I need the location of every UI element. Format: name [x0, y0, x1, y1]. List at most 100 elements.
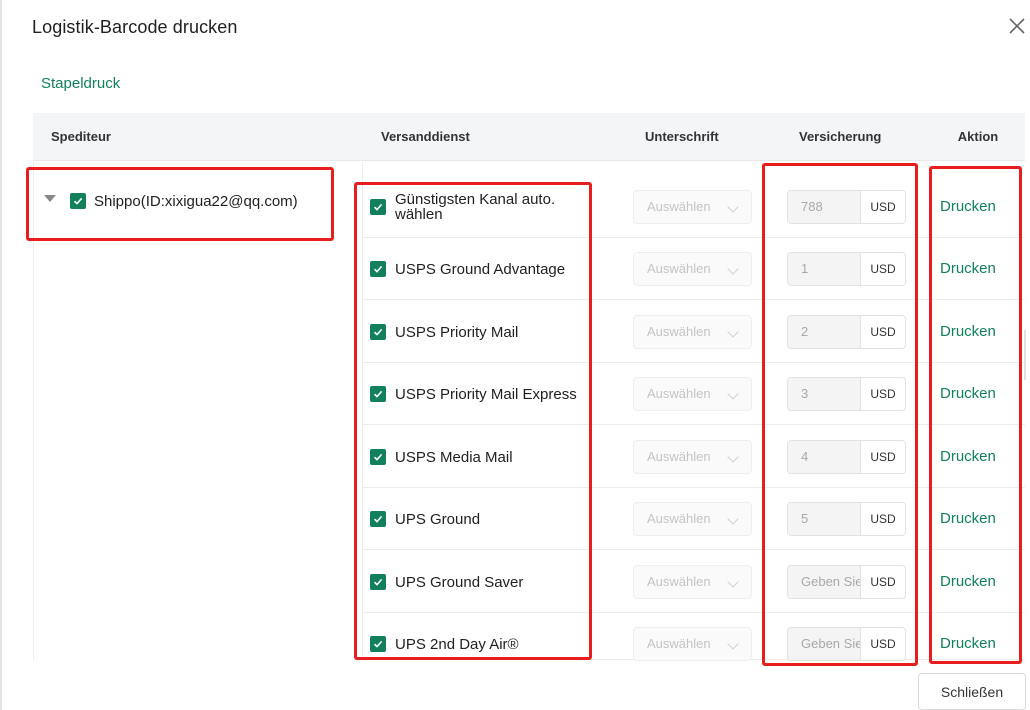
service-label: USPS Priority Mail Express: [395, 385, 577, 403]
chevron-down-icon: [727, 201, 739, 213]
chevron-down-icon: [727, 576, 739, 588]
print-action-link[interactable]: Drucken: [940, 363, 996, 425]
chevron-down-icon: [727, 263, 739, 275]
service-checkbox[interactable]: [370, 449, 386, 465]
service-cell: USPS Ground Advantage: [370, 238, 590, 300]
signature-select-value: Auswählen: [647, 386, 711, 401]
service-label: UPS 2nd Day Air®: [395, 635, 519, 653]
signature-select-value: Auswählen: [647, 324, 711, 339]
service-label: USPS Priority Mail: [395, 323, 519, 341]
print-action-link[interactable]: Drucken: [940, 488, 996, 550]
insurance-input[interactable]: 3: [788, 378, 861, 410]
signature-select-value: Auswählen: [647, 574, 711, 589]
signature-select[interactable]: Auswählen: [633, 252, 752, 286]
service-cell: Günstigsten Kanal auto. wählen: [370, 176, 590, 238]
print-action-link[interactable]: Drucken: [940, 301, 996, 363]
signature-select-value: Auswählen: [647, 449, 711, 464]
currency-label: USD: [870, 512, 896, 526]
service-checkbox[interactable]: [370, 511, 386, 527]
insurance-input[interactable]: 788: [788, 191, 861, 223]
service-label: UPS Ground: [395, 510, 481, 528]
service-label: USPS Ground Advantage: [395, 260, 566, 278]
table-header: Spediteur Versanddienst Unterschrift Ver…: [33, 113, 1025, 161]
insurance-field[interactable]: 4 USD: [787, 440, 906, 474]
service-cell: USPS Priority Mail Express: [370, 363, 590, 425]
service-label: USPS Media Mail: [395, 448, 513, 466]
print-action-link[interactable]: Drucken: [940, 551, 996, 613]
insurance-input[interactable]: 4: [788, 441, 861, 473]
service-checkbox[interactable]: [370, 261, 386, 277]
service-checkbox[interactable]: [370, 574, 386, 590]
insurance-input[interactable]: 5: [788, 503, 861, 535]
service-cell: USPS Media Mail: [370, 426, 590, 488]
service-checkbox[interactable]: [370, 199, 386, 215]
chevron-down-icon: [727, 388, 739, 400]
service-cell: USPS Priority Mail: [370, 301, 590, 363]
signature-select-value: Auswählen: [647, 261, 711, 276]
header-carrier: Spediteur: [51, 129, 111, 144]
insurance-input[interactable]: 1: [788, 253, 861, 285]
carrier-column-border: [33, 162, 34, 660]
expand-caret-icon[interactable]: [44, 194, 56, 202]
currency-label: USD: [870, 387, 896, 401]
signature-select[interactable]: Auswählen: [633, 190, 752, 224]
insurance-input[interactable]: Geben Sie ein: [788, 628, 861, 660]
table-row: USPS Priority Mail Express Auswählen 3 U…: [362, 363, 1025, 425]
service-label: Günstigsten Kanal auto. wählen: [395, 191, 556, 223]
service-cell: UPS Ground: [370, 488, 590, 550]
currency-label: USD: [870, 637, 896, 651]
table-row: USPS Priority Mail Auswählen 2 USD Druck…: [362, 301, 1025, 363]
close-button[interactable]: Schließen: [918, 673, 1026, 710]
currency-label: USD: [870, 575, 896, 589]
print-barcode-dialog: Logistik-Barcode drucken Stapeldruck Spe…: [0, 0, 1030, 710]
insurance-field[interactable]: Geben Sie ein USD: [787, 627, 906, 661]
service-cell: UPS 2nd Day Air®: [370, 613, 590, 675]
insurance-field[interactable]: 788 USD: [787, 190, 906, 224]
table-row: UPS Ground Auswählen 5 USD Drucken: [362, 488, 1025, 550]
insurance-input[interactable]: 2: [788, 316, 861, 348]
currency-label: USD: [870, 262, 896, 276]
dialog-title: Logistik-Barcode drucken: [32, 17, 238, 37]
table-row: UPS 2nd Day Air® Auswählen Geben Sie ein…: [362, 613, 1025, 661]
chevron-down-icon: [727, 451, 739, 463]
signature-select[interactable]: Auswählen: [633, 440, 752, 474]
chevron-down-icon: [727, 638, 739, 650]
chevron-down-icon: [727, 513, 739, 525]
print-action-link[interactable]: Drucken: [940, 613, 996, 675]
currency-label: USD: [870, 200, 896, 214]
carrier-cell: Shippo(ID:xixigua22@qq.com): [44, 186, 298, 216]
signature-select[interactable]: Auswählen: [633, 565, 752, 599]
signature-select-value: Auswählen: [647, 636, 711, 651]
currency-label: USD: [870, 325, 896, 339]
scrollbar[interactable]: [1024, 330, 1026, 380]
table-row: UPS Ground Saver Auswählen Geben Sie ein…: [362, 551, 1025, 613]
signature-select[interactable]: Auswählen: [633, 627, 752, 661]
service-cell: UPS Ground Saver: [370, 551, 590, 613]
signature-select[interactable]: Auswählen: [633, 502, 752, 536]
header-action: Aktion: [957, 129, 999, 144]
table-row: USPS Media Mail Auswählen 4 USD Drucken: [362, 426, 1025, 488]
print-action-link[interactable]: Drucken: [940, 176, 996, 238]
print-action-link[interactable]: Drucken: [940, 426, 996, 488]
insurance-field[interactable]: 5 USD: [787, 502, 906, 536]
insurance-field[interactable]: 1 USD: [787, 252, 906, 286]
currency-label: USD: [870, 450, 896, 464]
table-row: USPS Ground Advantage Auswählen 1 USD Dr…: [362, 238, 1025, 300]
signature-select[interactable]: Auswählen: [633, 377, 752, 411]
insurance-field[interactable]: 2 USD: [787, 315, 906, 349]
batch-print-link[interactable]: Stapeldruck: [41, 75, 120, 92]
signature-select-value: Auswählen: [647, 511, 711, 526]
insurance-field[interactable]: Geben Sie ein USD: [787, 565, 906, 599]
table-row: Günstigsten Kanal auto. wählen Auswählen…: [362, 176, 1025, 238]
print-action-link[interactable]: Drucken: [940, 238, 996, 300]
service-checkbox[interactable]: [370, 324, 386, 340]
service-checkbox[interactable]: [370, 636, 386, 652]
insurance-field[interactable]: 3 USD: [787, 377, 906, 411]
signature-select-value: Auswählen: [647, 199, 711, 214]
carrier-checkbox[interactable]: [70, 193, 86, 209]
signature-select[interactable]: Auswählen: [633, 315, 752, 349]
service-checkbox[interactable]: [370, 386, 386, 402]
close-icon[interactable]: [1004, 13, 1030, 39]
insurance-input[interactable]: Geben Sie ein: [788, 566, 861, 598]
header-service: Versanddienst: [381, 129, 470, 144]
